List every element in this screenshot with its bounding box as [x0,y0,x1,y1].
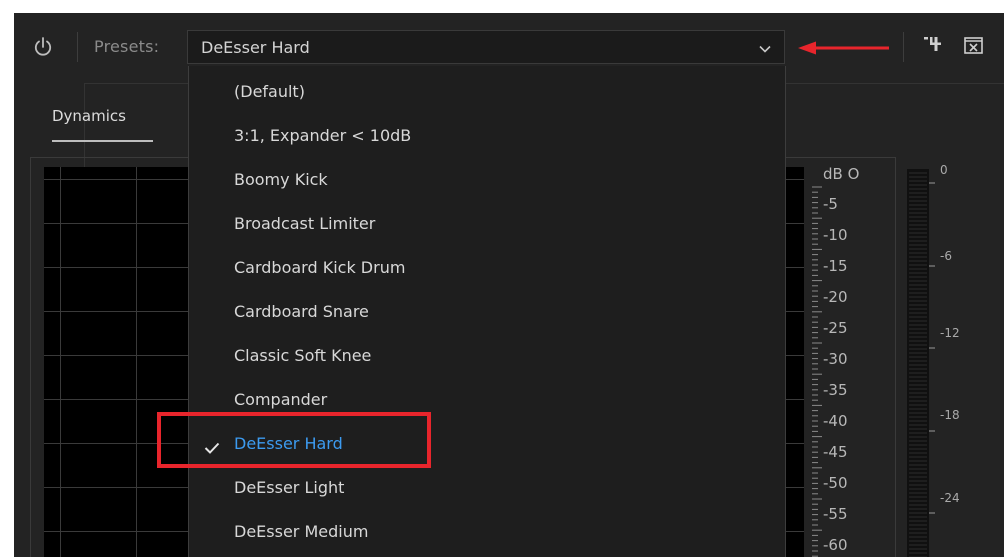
grid-line [60,167,61,557]
grid-line [136,167,137,557]
menu-item-boomy-kick[interactable]: Boomy Kick [234,170,328,189]
chevron-down-icon[interactable] [758,41,772,55]
red-arrow-annotation [798,40,890,55]
db-scale-label: -5 [823,195,838,213]
menu-item-cardboard-snare[interactable]: Cardboard Snare [234,302,369,321]
db-scale-label: -35 [823,381,848,399]
presets-selected-value: DeEsser Hard [201,38,310,57]
level-meter-ticks [909,172,935,557]
menu-item-deesser-light[interactable]: DeEsser Light [234,478,344,497]
tab-active-indicator [52,140,153,142]
close-panel-icon[interactable] [963,33,985,57]
db-scale-unit-label: dB O [823,165,860,183]
toolbar-divider [903,32,904,62]
menu-item-broadcast-limiter[interactable]: Broadcast Limiter [234,214,375,233]
menu-item-default[interactable]: (Default) [234,82,305,101]
meter-label: -6 [940,249,952,263]
effect-window: Presets: DeEsser Hard Dynamics dB O -5 -… [14,13,1004,557]
db-scale-label: -20 [823,288,848,306]
db-scale-label: -15 [823,257,848,275]
meter-label: 0 [940,163,948,177]
red-highlight-annotation [157,412,431,468]
presets-dropdown[interactable]: DeEsser Hard [187,30,785,64]
menu-item-compander[interactable]: Compander [234,390,327,409]
presets-label: Presets: [94,37,160,56]
db-scale-label: -50 [823,474,848,492]
menu-item-cardboard-kick-drum[interactable]: Cardboard Kick Drum [234,258,405,277]
toolbar-divider [77,32,78,62]
menu-item-deesser-medium[interactable]: DeEsser Medium [234,522,368,541]
db-scale-label: -55 [823,505,848,523]
db-scale-label: -45 [823,443,848,461]
menu-item-expander[interactable]: 3:1, Expander < 10dB [234,126,411,145]
db-scale-label: -10 [823,226,848,244]
presets-dropdown-menu: (Default) 3:1, Expander < 10dB Boomy Kic… [188,66,786,557]
menu-item-classic-soft-knee[interactable]: Classic Soft Knee [234,346,371,365]
db-scale-label: -30 [823,350,848,368]
meter-label: -18 [940,408,960,422]
meter-label: -12 [940,326,960,340]
meter-label: -24 [940,491,960,505]
tab-dynamics[interactable]: Dynamics [52,107,126,125]
db-scale-label: -40 [823,412,848,430]
db-scale-label: -60 [823,536,848,554]
db-scale-label: -25 [823,319,848,337]
routing-icon[interactable] [922,33,944,57]
power-icon[interactable] [32,36,54,58]
